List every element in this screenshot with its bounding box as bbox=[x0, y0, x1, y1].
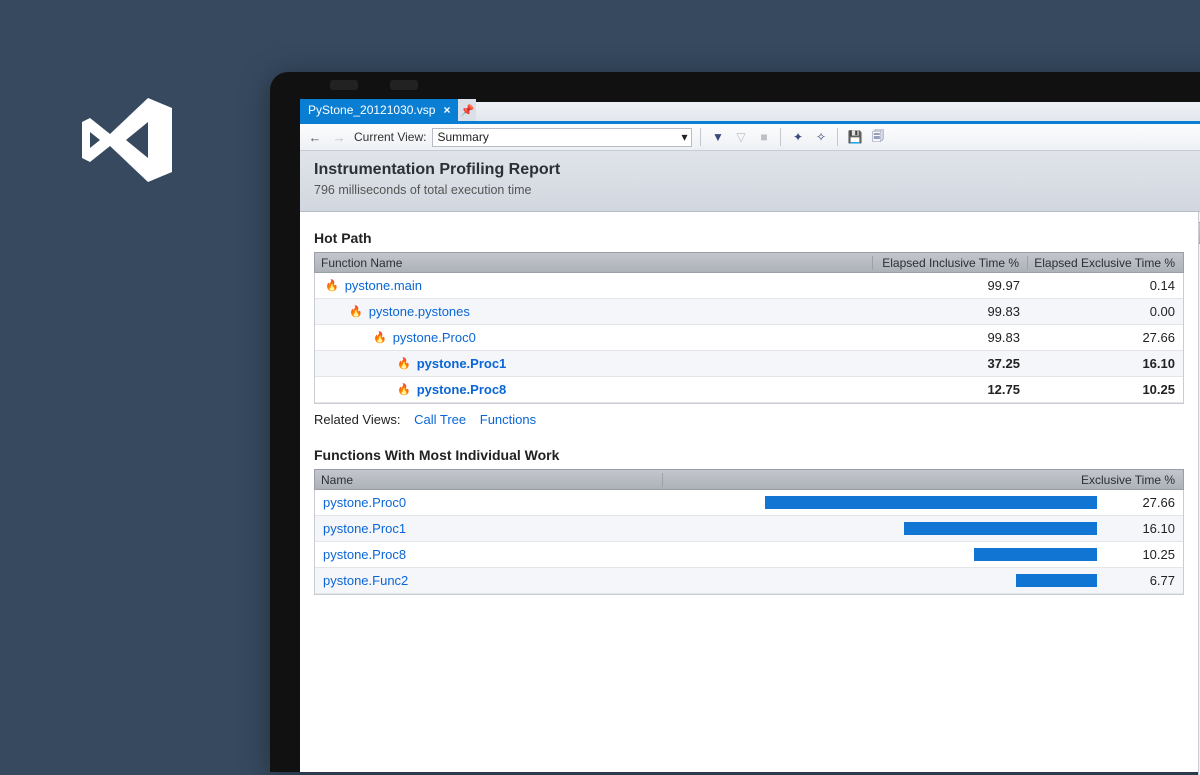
flame-icon: 🔥 bbox=[397, 383, 411, 396]
funcwork-row[interactable]: pystone.Proc8 10.25 bbox=[315, 542, 1183, 568]
exclusive-time-value: 27.66 bbox=[1103, 495, 1183, 510]
exclusive-time-value: 6.77 bbox=[1103, 573, 1183, 588]
related-views-label: Related Views: bbox=[314, 412, 400, 427]
hot-path-rows: 🔥 pystone.main 99.970.14 🔥 pystone.pystones 9… bbox=[314, 273, 1184, 404]
hot-path-row[interactable]: 🔥 pystone.main 99.970.14 bbox=[315, 273, 1183, 299]
close-tab-icon[interactable]: × bbox=[443, 103, 450, 117]
document-tab-label: PyStone_20121030.vsp bbox=[308, 103, 435, 117]
filter-icon[interactable]: ▼ bbox=[709, 129, 726, 146]
pin-tab-icon[interactable]: 📌 bbox=[458, 99, 476, 121]
flame-icon: 🔥 bbox=[325, 279, 339, 292]
col-name[interactable]: Name bbox=[315, 473, 663, 487]
link-call-tree[interactable]: Call Tree bbox=[414, 412, 466, 427]
inclusive-time: 99.97 bbox=[873, 278, 1028, 293]
exclusive-time-value: 10.25 bbox=[1103, 547, 1183, 562]
funcwork-row[interactable]: pystone.Func2 6.77 bbox=[315, 568, 1183, 594]
link-functions[interactable]: Functions bbox=[480, 412, 536, 427]
funcwork-rows: pystone.Proc027.66pystone.Proc116.10pyst… bbox=[314, 490, 1184, 595]
nav-back-button[interactable]: ← bbox=[306, 130, 324, 145]
report-header: Instrumentation Profiling Report 796 mil… bbox=[300, 151, 1200, 212]
save-copy-icon[interactable]: 🗐 bbox=[869, 129, 886, 146]
flame-icon: 🔥 bbox=[349, 305, 363, 318]
inclusive-time: 37.25 bbox=[873, 356, 1028, 371]
funcwork-title: Functions With Most Individual Work bbox=[314, 447, 1184, 463]
function-name: pystone.Proc0 bbox=[393, 330, 476, 345]
toolbar-separator bbox=[780, 128, 781, 146]
hot-path-row[interactable]: 🔥 pystone.Proc1 37.2516.10 bbox=[315, 351, 1183, 377]
flame-icon: 🔥 bbox=[373, 331, 387, 344]
function-name: pystone.Proc1 bbox=[315, 521, 749, 536]
exclusive-time: 0.00 bbox=[1028, 304, 1183, 319]
col-function-name[interactable]: Function Name bbox=[315, 256, 873, 270]
funcwork-header: Name Exclusive Time % bbox=[314, 469, 1184, 490]
laptop-frame: PyStone_20121030.vsp × 📌 ← → Current Vie… bbox=[270, 72, 1200, 772]
exclusive-time-bar bbox=[974, 548, 1097, 561]
function-name: pystone.Proc8 bbox=[315, 547, 749, 562]
exclusive-time-bar bbox=[765, 496, 1097, 509]
col-exclusive-time[interactable]: Elapsed Exclusive Time % bbox=[1028, 256, 1183, 270]
current-view-value: Summary bbox=[437, 130, 488, 144]
save-icon[interactable]: 💾 bbox=[846, 129, 863, 146]
app-screen: PyStone_20121030.vsp × 📌 ← → Current Vie… bbox=[300, 102, 1200, 772]
inclusive-time: 99.83 bbox=[873, 330, 1028, 345]
function-name: pystone.main bbox=[345, 278, 422, 293]
exclusive-time-bar bbox=[904, 522, 1097, 535]
related-views: Related Views: Call Tree Functions bbox=[314, 412, 1184, 427]
col-inclusive-time[interactable]: Elapsed Inclusive Time % bbox=[873, 256, 1028, 270]
funcwork-row[interactable]: pystone.Proc1 16.10 bbox=[315, 516, 1183, 542]
function-name: pystone.Proc0 bbox=[315, 495, 749, 510]
document-tabstrip: PyStone_20121030.vsp × 📌 bbox=[300, 102, 1200, 124]
funcwork-row[interactable]: pystone.Proc0 27.66 bbox=[315, 490, 1183, 516]
exclusive-time-value: 16.10 bbox=[1103, 521, 1183, 536]
function-name: pystone.Proc8 bbox=[417, 382, 507, 397]
stop-icon[interactable]: ■ bbox=[755, 129, 772, 146]
exclusive-time: 0.14 bbox=[1028, 278, 1183, 293]
current-view-dropdown[interactable]: Summary ▾ bbox=[432, 128, 692, 147]
function-name: pystone.Proc1 bbox=[417, 356, 507, 371]
mark-add-icon[interactable]: ✦ bbox=[789, 129, 806, 146]
hot-path-header: Function Name Elapsed Inclusive Time % E… bbox=[314, 252, 1184, 273]
toolbar-separator bbox=[700, 128, 701, 146]
report-main: Hot Path Function Name Elapsed Inclusive… bbox=[300, 212, 1198, 775]
document-tab[interactable]: PyStone_20121030.vsp × bbox=[300, 99, 458, 121]
hot-path-title: Hot Path bbox=[314, 230, 1184, 246]
exclusive-time: 16.10 bbox=[1028, 356, 1183, 371]
function-name: pystone.Func2 bbox=[315, 573, 749, 588]
chevron-down-icon: ▾ bbox=[681, 130, 687, 144]
mark-filter-icon[interactable]: ✧ bbox=[812, 129, 829, 146]
report-toolbar: ← → Current View: Summary ▾ ▼ ▽ ■ ✦ ✧ 💾 … bbox=[300, 124, 1200, 151]
inclusive-time: 12.75 bbox=[873, 382, 1028, 397]
exclusive-time: 10.25 bbox=[1028, 382, 1183, 397]
current-view-label: Current View: bbox=[354, 130, 426, 144]
inclusive-time: 99.83 bbox=[873, 304, 1028, 319]
exclusive-time: 27.66 bbox=[1028, 330, 1183, 345]
filter-clear-icon[interactable]: ▽ bbox=[732, 129, 749, 146]
flame-icon: 🔥 bbox=[397, 357, 411, 370]
visual-studio-logo bbox=[76, 90, 176, 190]
report-subtitle: 796 milliseconds of total execution time bbox=[314, 183, 1200, 197]
hot-path-row[interactable]: 🔥 pystone.pystones 99.830.00 bbox=[315, 299, 1183, 325]
function-name: pystone.pystones bbox=[369, 304, 470, 319]
hot-path-row[interactable]: 🔥 pystone.Proc0 99.8327.66 bbox=[315, 325, 1183, 351]
hot-path-row[interactable]: 🔥 pystone.Proc8 12.7510.25 bbox=[315, 377, 1183, 403]
report-title: Instrumentation Profiling Report bbox=[314, 161, 1200, 179]
col-exclusive-pct[interactable]: Exclusive Time % bbox=[663, 473, 1183, 487]
toolbar-separator bbox=[837, 128, 838, 146]
exclusive-time-bar bbox=[1016, 574, 1097, 587]
nav-forward-button[interactable]: → bbox=[330, 130, 348, 145]
